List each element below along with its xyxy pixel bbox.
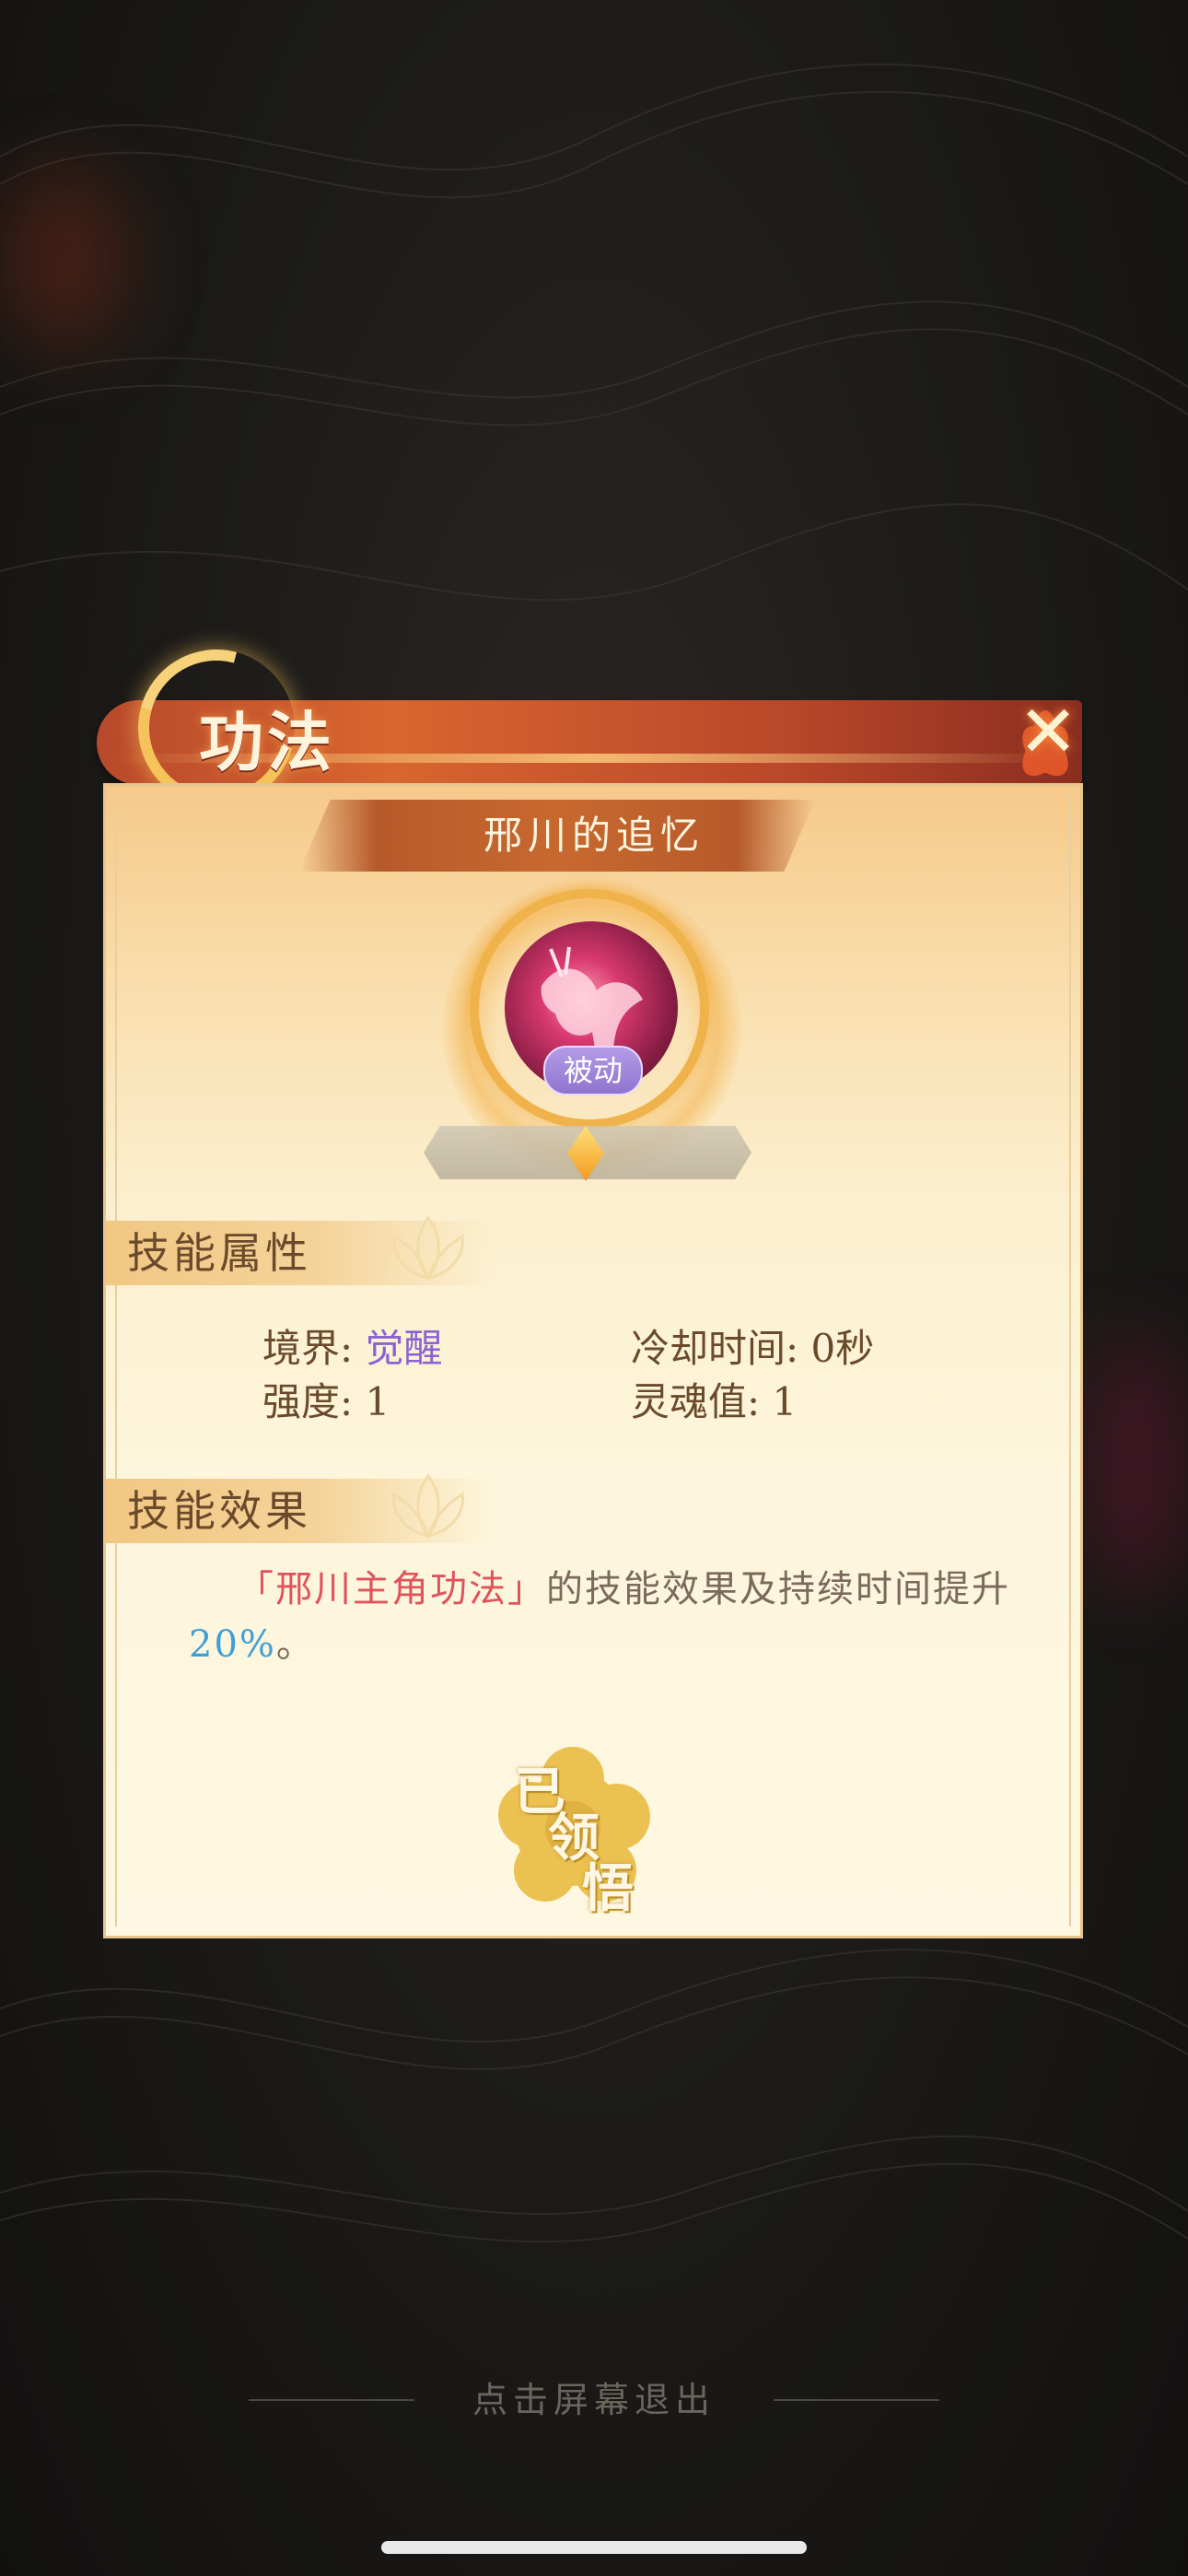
- attribute-realm: 境界: 觉醒: [262, 1323, 443, 1375]
- attribute-strength: 强度: 1: [262, 1379, 390, 1424]
- lotus-icon: [392, 1215, 464, 1281]
- effect-end: 。: [275, 1623, 315, 1666]
- close-icon[interactable]: ✕: [1011, 696, 1085, 769]
- effect-highlight: 「邢川主角功法」: [237, 1568, 546, 1610]
- skill-type-badge: 被动: [543, 1046, 643, 1095]
- panel-title: 功法: [199, 704, 335, 780]
- attributes-section-title: 技能属性: [127, 1228, 311, 1278]
- attribute-cooldown: 冷却时间: 0秒: [631, 1326, 875, 1371]
- lotus-icon: [392, 1473, 464, 1539]
- effect-percent: 20%: [189, 1623, 276, 1666]
- effect-section-title: 技能效果: [127, 1486, 311, 1536]
- effect-middle: 的技能效果及持续时间提升: [546, 1568, 1010, 1610]
- background-glow-left: [0, 166, 129, 350]
- skill-name: 邢川的追忆: [483, 813, 705, 858]
- stamp-char-3: 悟: [582, 1858, 634, 1919]
- background-glow-right: [1087, 1336, 1188, 1594]
- realm-label: 境界:: [262, 1326, 366, 1371]
- skill-effect-text: 「邢川主角功法」的技能效果及持续时间提升 20%。: [189, 1562, 1018, 1672]
- realm-value: 觉醒: [365, 1326, 443, 1371]
- attribute-soul-value: 灵魂值: 1: [631, 1379, 798, 1424]
- exit-hint[interactable]: 点击屏幕退出: [0, 2368, 1188, 2432]
- home-indicator[interactable]: [381, 2541, 807, 2554]
